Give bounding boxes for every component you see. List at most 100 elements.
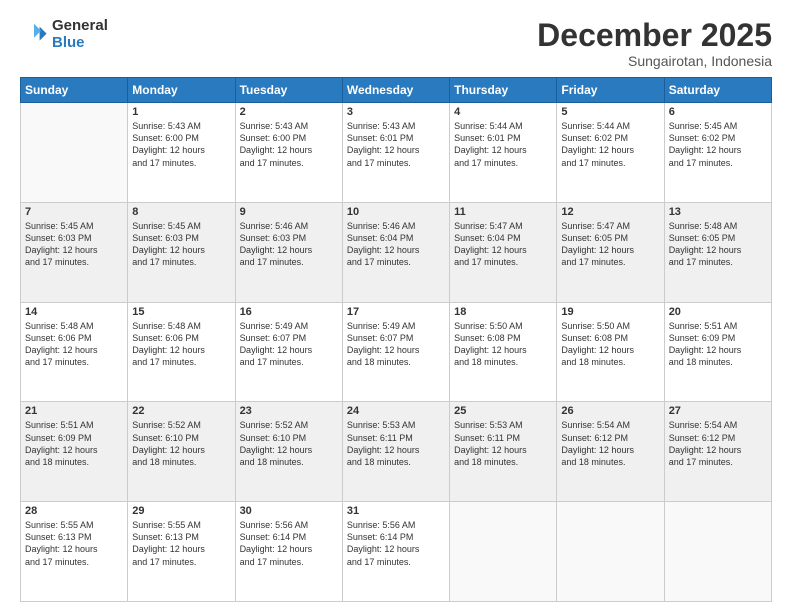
day-info: Sunrise: 5:51 AM Sunset: 6:09 PM Dayligh… (669, 320, 767, 369)
title-block: December 2025 Sungairotan, Indonesia (537, 18, 772, 69)
calendar-cell: 11 Sunrise: 5:47 AM Sunset: 6:04 PM Dayli… (450, 202, 557, 302)
day-number: 13 (669, 206, 767, 218)
day-number: 9 (240, 206, 338, 218)
day-number: 22 (132, 405, 230, 417)
calendar-cell: 27 Sunrise: 5:54 AM Sunset: 6:12 PM Dayli… (664, 402, 771, 502)
day-number: 4 (454, 106, 552, 118)
day-number: 6 (669, 106, 767, 118)
day-info: Sunrise: 5:54 AM Sunset: 6:12 PM Dayligh… (669, 419, 767, 468)
logo: General Blue (20, 18, 108, 51)
calendar-cell: 15Sunrise: 5:48 AM Sunset: 6:06 PM Dayli… (128, 302, 235, 402)
calendar-cell: 7 Sunrise: 5:45 AM Sunset: 6:03 PM Daylig… (21, 202, 128, 302)
calendar-cell: 5Sunrise: 5:44 AM Sunset: 6:02 PM Daylig… (557, 103, 664, 203)
calendar-cell (21, 103, 128, 203)
day-info: Sunrise: 5:56 AM Sunset: 6:14 PM Dayligh… (240, 519, 338, 568)
calendar-cell: 10 Sunrise: 5:46 AM Sunset: 6:04 PM Dayli… (342, 202, 449, 302)
day-info: Sunrise: 5:55 AM Sunset: 6:13 PM Dayligh… (132, 519, 230, 568)
weekday-header-tuesday: Tuesday (235, 78, 342, 103)
day-number: 27 (669, 405, 767, 417)
day-info: Sunrise: 5:49 AM Sunset: 6:07 PM Dayligh… (240, 320, 338, 369)
page: General Blue December 2025 Sungairotan, … (0, 0, 792, 612)
calendar-cell: 4Sunrise: 5:44 AM Sunset: 6:01 PM Daylig… (450, 103, 557, 203)
day-number: 7 (25, 206, 123, 218)
day-number: 18 (454, 306, 552, 318)
day-number: 21 (25, 405, 123, 417)
calendar-cell: 20 Sunrise: 5:51 AM Sunset: 6:09 PM Dayli… (664, 302, 771, 402)
calendar-cell: 22 Sunrise: 5:52 AM Sunset: 6:10 PM Dayli… (128, 402, 235, 502)
day-info: Sunrise: 5:48 AM Sunset: 6:06 PM Dayligh… (25, 320, 123, 369)
calendar-cell: 31 Sunrise: 5:56 AM Sunset: 6:14 PM Dayli… (342, 502, 449, 602)
day-info: Sunrise: 5:46 AM Sunset: 6:03 PM Dayligh… (240, 220, 338, 269)
calendar-cell: 17 Sunrise: 5:49 AM Sunset: 6:07 PM Dayli… (342, 302, 449, 402)
day-number: 30 (240, 505, 338, 517)
day-number: 2 (240, 106, 338, 118)
header: General Blue December 2025 Sungairotan, … (20, 18, 772, 69)
day-number: 8 (132, 206, 230, 218)
calendar-cell: 23 Sunrise: 5:52 AM Sunset: 6:10 PM Dayli… (235, 402, 342, 502)
weekday-header-monday: Monday (128, 78, 235, 103)
day-info: Sunrise: 5:56 AM Sunset: 6:14 PM Dayligh… (347, 519, 445, 568)
calendar-cell: 30 Sunrise: 5:56 AM Sunset: 6:14 PM Dayli… (235, 502, 342, 602)
main-title: December 2025 (537, 18, 772, 53)
calendar-table: SundayMondayTuesdayWednesdayThursdayFrid… (20, 77, 772, 602)
calendar-cell: 21 Sunrise: 5:51 AM Sunset: 6:09 PM Dayli… (21, 402, 128, 502)
day-info: Sunrise: 5:43 AM Sunset: 6:00 PM Dayligh… (132, 120, 230, 169)
day-info: Sunrise: 5:46 AM Sunset: 6:04 PM Dayligh… (347, 220, 445, 269)
day-number: 29 (132, 505, 230, 517)
calendar-cell: 29 Sunrise: 5:55 AM Sunset: 6:13 PM Dayli… (128, 502, 235, 602)
weekday-header-wednesday: Wednesday (342, 78, 449, 103)
day-number: 1 (132, 106, 230, 118)
day-number: 16 (240, 306, 338, 318)
calendar-cell: 25Sunrise: 5:53 AM Sunset: 6:11 PM Dayli… (450, 402, 557, 502)
day-number: 17 (347, 306, 445, 318)
calendar-cell: 12Sunrise: 5:47 AM Sunset: 6:05 PM Dayli… (557, 202, 664, 302)
day-info: Sunrise: 5:47 AM Sunset: 6:04 PM Dayligh… (454, 220, 552, 269)
day-info: Sunrise: 5:45 AM Sunset: 6:03 PM Dayligh… (25, 220, 123, 269)
calendar-cell (557, 502, 664, 602)
day-number: 3 (347, 106, 445, 118)
day-info: Sunrise: 5:51 AM Sunset: 6:09 PM Dayligh… (25, 419, 123, 468)
calendar-cell: 8 Sunrise: 5:45 AM Sunset: 6:03 PM Daylig… (128, 202, 235, 302)
day-info: Sunrise: 5:52 AM Sunset: 6:10 PM Dayligh… (132, 419, 230, 468)
day-info: Sunrise: 5:45 AM Sunset: 6:03 PM Dayligh… (132, 220, 230, 269)
day-number: 23 (240, 405, 338, 417)
day-number: 28 (25, 505, 123, 517)
day-number: 26 (561, 405, 659, 417)
calendar-cell: 16 Sunrise: 5:49 AM Sunset: 6:07 PM Dayli… (235, 302, 342, 402)
logo-blue: Blue (52, 35, 108, 52)
day-number: 11 (454, 206, 552, 218)
weekday-header-saturday: Saturday (664, 78, 771, 103)
day-info: Sunrise: 5:49 AM Sunset: 6:07 PM Dayligh… (347, 320, 445, 369)
calendar-week-row: 21 Sunrise: 5:51 AM Sunset: 6:09 PM Dayli… (21, 402, 772, 502)
calendar-cell: 2 Sunrise: 5:43 AM Sunset: 6:00 PM Daylig… (235, 103, 342, 203)
day-info: Sunrise: 5:52 AM Sunset: 6:10 PM Dayligh… (240, 419, 338, 468)
calendar-cell: 3Sunrise: 5:43 AM Sunset: 6:01 PM Daylig… (342, 103, 449, 203)
day-info: Sunrise: 5:53 AM Sunset: 6:11 PM Dayligh… (454, 419, 552, 468)
calendar-cell: 9 Sunrise: 5:46 AM Sunset: 6:03 PM Daylig… (235, 202, 342, 302)
calendar-cell (664, 502, 771, 602)
day-number: 20 (669, 306, 767, 318)
day-number: 19 (561, 306, 659, 318)
day-number: 14 (25, 306, 123, 318)
day-info: Sunrise: 5:55 AM Sunset: 6:13 PM Dayligh… (25, 519, 123, 568)
subtitle: Sungairotan, Indonesia (537, 53, 772, 69)
day-info: Sunrise: 5:48 AM Sunset: 6:05 PM Dayligh… (669, 220, 767, 269)
day-number: 10 (347, 206, 445, 218)
day-number: 5 (561, 106, 659, 118)
day-info: Sunrise: 5:50 AM Sunset: 6:08 PM Dayligh… (561, 320, 659, 369)
calendar-cell: 14 Sunrise: 5:48 AM Sunset: 6:06 PM Dayli… (21, 302, 128, 402)
day-info: Sunrise: 5:47 AM Sunset: 6:05 PM Dayligh… (561, 220, 659, 269)
day-info: Sunrise: 5:53 AM Sunset: 6:11 PM Dayligh… (347, 419, 445, 468)
weekday-header-row: SundayMondayTuesdayWednesdayThursdayFrid… (21, 78, 772, 103)
weekday-header-sunday: Sunday (21, 78, 128, 103)
day-number: 31 (347, 505, 445, 517)
calendar-cell: 18Sunrise: 5:50 AM Sunset: 6:08 PM Dayli… (450, 302, 557, 402)
day-number: 24 (347, 405, 445, 417)
logo-general: General (52, 18, 108, 35)
calendar-week-row: 14 Sunrise: 5:48 AM Sunset: 6:06 PM Dayli… (21, 302, 772, 402)
calendar-cell: 6Sunrise: 5:45 AM Sunset: 6:02 PM Daylig… (664, 103, 771, 203)
calendar-week-row: 1 Sunrise: 5:43 AM Sunset: 6:00 PM Daylig… (21, 103, 772, 203)
day-info: Sunrise: 5:43 AM Sunset: 6:00 PM Dayligh… (240, 120, 338, 169)
calendar-week-row: 7 Sunrise: 5:45 AM Sunset: 6:03 PM Daylig… (21, 202, 772, 302)
day-info: Sunrise: 5:54 AM Sunset: 6:12 PM Dayligh… (561, 419, 659, 468)
